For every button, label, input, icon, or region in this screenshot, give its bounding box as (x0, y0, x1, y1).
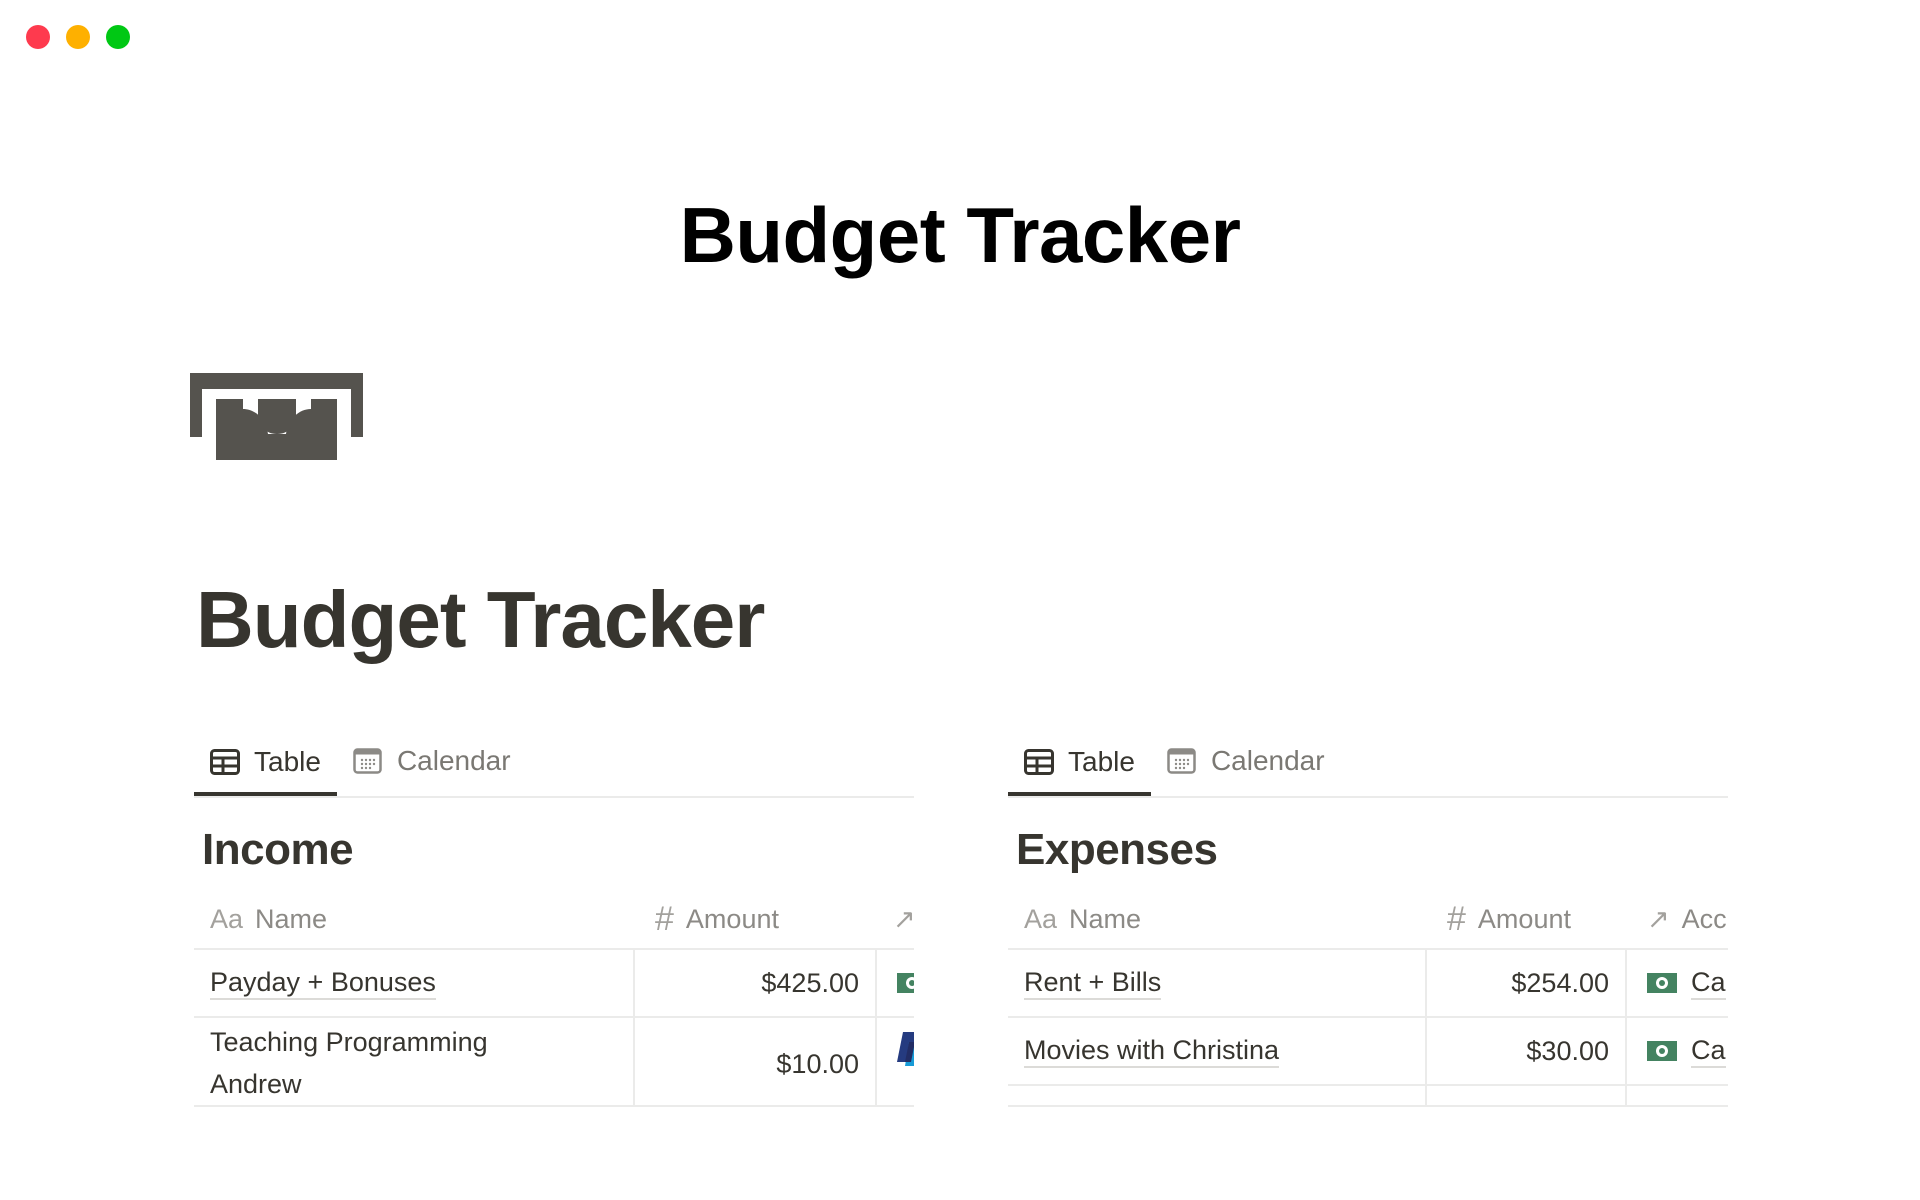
income-tab-calendar[interactable]: Calendar (337, 728, 527, 794)
table-row[interactable]: Gym membership $25.00 Ca (1008, 1086, 1728, 1106)
cash-icon (897, 973, 914, 993)
expenses-database: Table Calendar Expenses Aa Name # Amount… (1008, 728, 1728, 1106)
relation-arrow-icon: ↗ (893, 903, 914, 934)
column-label: Name (1069, 903, 1142, 934)
row-name[interactable]: Movies with Christina (1024, 1034, 1280, 1068)
calendar-icon (1167, 748, 1197, 774)
table-icon (210, 749, 240, 775)
relation-arrow-icon: ↗ (1647, 903, 1670, 934)
row-name[interactable]: Teaching Programming Andrew (210, 1021, 540, 1106)
cell-name[interactable]: Payday + Bonuses (194, 950, 635, 1016)
page-bottom-fade (0, 1107, 1920, 1200)
column-label: Amount (685, 903, 779, 934)
column-label: Name (255, 903, 328, 934)
column-label: Amount (1477, 903, 1571, 934)
column-header-amount[interactable]: # Amount (1427, 900, 1627, 939)
account-link[interactable]: Ca (1691, 966, 1726, 1000)
income-table-header: Aa Name # Amount ↗ (194, 890, 914, 950)
income-title[interactable]: Income (202, 822, 914, 882)
tab-label: Table (254, 746, 321, 777)
page-title[interactable]: Budget Tracker (196, 574, 765, 666)
cell-amount[interactable]: $25.00 (1427, 1086, 1627, 1106)
expenses-tab-table[interactable]: Table (1008, 728, 1151, 796)
number-property-icon: # (655, 899, 674, 938)
cell-name[interactable]: Teaching Programming Andrew (194, 1018, 635, 1106)
row-name[interactable]: Payday + Bonuses (210, 966, 436, 1000)
table-icon (1024, 749, 1054, 775)
account-link[interactable]: Ca (1691, 1034, 1726, 1068)
cell-account[interactable]: Ca (1627, 950, 1728, 1016)
income-tab-table[interactable]: Table (194, 728, 337, 796)
cell-account[interactable] (877, 1018, 914, 1106)
column-header-account[interactable]: ↗ Acc (1627, 904, 1728, 935)
table-row[interactable]: Payday + Bonuses $425.00 (194, 950, 914, 1018)
table-row[interactable]: Movies with Christina $30.00 Ca (1008, 1018, 1728, 1086)
expenses-view-tabs: Table Calendar (1008, 728, 1728, 798)
cell-amount[interactable]: $425.00 (635, 950, 877, 1016)
cell-amount[interactable]: $30.00 (1427, 1018, 1627, 1084)
cell-amount[interactable]: $254.00 (1427, 950, 1627, 1016)
cell-amount[interactable]: $10.00 (635, 1018, 877, 1106)
header-title: Budget Tracker (679, 191, 1241, 279)
cell-account[interactable] (877, 950, 914, 1016)
expenses-tab-calendar[interactable]: Calendar (1151, 728, 1341, 794)
tab-label: Calendar (1210, 745, 1325, 776)
cash-icon (1647, 1041, 1677, 1061)
calendar-icon (353, 748, 383, 774)
tab-label: Table (1068, 746, 1135, 777)
number-property-icon: # (1447, 899, 1466, 938)
tab-label: Calendar (396, 745, 511, 776)
table-row[interactable]: Teaching Programming Andrew $10.00 (194, 1018, 914, 1106)
column-label: Acc (1681, 903, 1727, 934)
column-header-amount[interactable]: # Amount (635, 900, 877, 939)
window-maximize-button[interactable] (106, 25, 130, 49)
column-header-name[interactable]: Aa Name (1008, 904, 1427, 935)
text-property-icon: Aa (1024, 903, 1058, 934)
window-close-button[interactable] (26, 25, 50, 49)
paypal-icon (897, 1032, 914, 1066)
window-minimize-button[interactable] (66, 25, 90, 49)
row-name[interactable]: Rent + Bills (1024, 966, 1162, 1000)
cell-name[interactable]: Rent + Bills (1008, 950, 1427, 1016)
text-property-icon: Aa (210, 903, 244, 934)
income-database: Table Calendar Income Aa Name # Amount ↗… (194, 728, 914, 1106)
expenses-title[interactable]: Expenses (1016, 822, 1728, 882)
expenses-table-header: Aa Name # Amount ↗ Acc (1008, 890, 1728, 950)
cell-account[interactable]: Ca (1627, 1018, 1728, 1084)
income-view-tabs: Table Calendar (194, 728, 914, 798)
column-header-name[interactable]: Aa Name (194, 904, 635, 935)
cell-account[interactable]: Ca (1627, 1086, 1728, 1106)
cell-name[interactable]: Movies with Christina (1008, 1018, 1427, 1084)
table-row[interactable]: Rent + Bills $254.00 Ca (1008, 950, 1728, 1018)
cell-name[interactable]: Gym membership (1008, 1086, 1427, 1106)
cash-icon (1647, 973, 1677, 993)
column-header-account[interactable]: ↗ (877, 904, 914, 935)
cash-bill-icon[interactable] (190, 373, 363, 460)
